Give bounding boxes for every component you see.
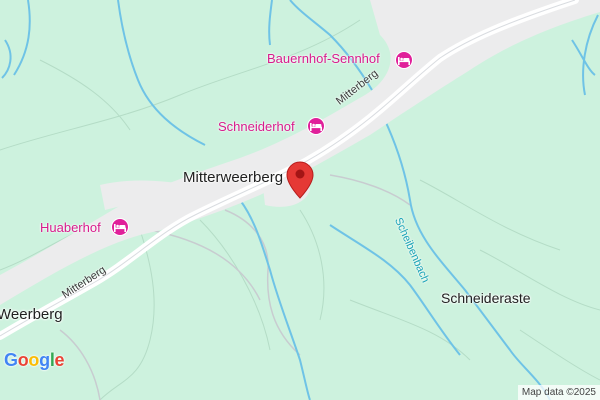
google-logo: Google	[4, 350, 65, 370]
minor-roads	[59, 174, 411, 400]
location-pin-icon[interactable]	[286, 161, 314, 199]
stream-scheibenbach	[379, 109, 551, 400]
stream-north	[117, 0, 206, 146]
poi-label-schneiderhof[interactable]: Schneiderhof	[218, 119, 295, 134]
hotel-icon[interactable]	[111, 218, 129, 236]
map-canvas[interactable]: Mitterweerberg Weerberg Schneideraste Ba…	[0, 0, 600, 400]
place-label-schneideraste[interactable]: Schneideraste	[441, 290, 531, 306]
terrain-lines	[0, 19, 600, 400]
hotel-icon[interactable]	[395, 51, 413, 69]
place-label-weerberg[interactable]: Weerberg	[0, 306, 63, 323]
hotel-icon[interactable]	[307, 117, 325, 135]
place-label-mitterweerberg[interactable]: Mitterweerberg	[183, 169, 283, 186]
poi-label-huaberhof[interactable]: Huaberhof	[40, 220, 101, 235]
built-up-areas	[0, 0, 600, 305]
map-attribution[interactable]: Map data ©2025	[517, 385, 600, 400]
poi-label-bauernhof-sennhof[interactable]: Bauernhof-Sennhof	[267, 51, 380, 66]
